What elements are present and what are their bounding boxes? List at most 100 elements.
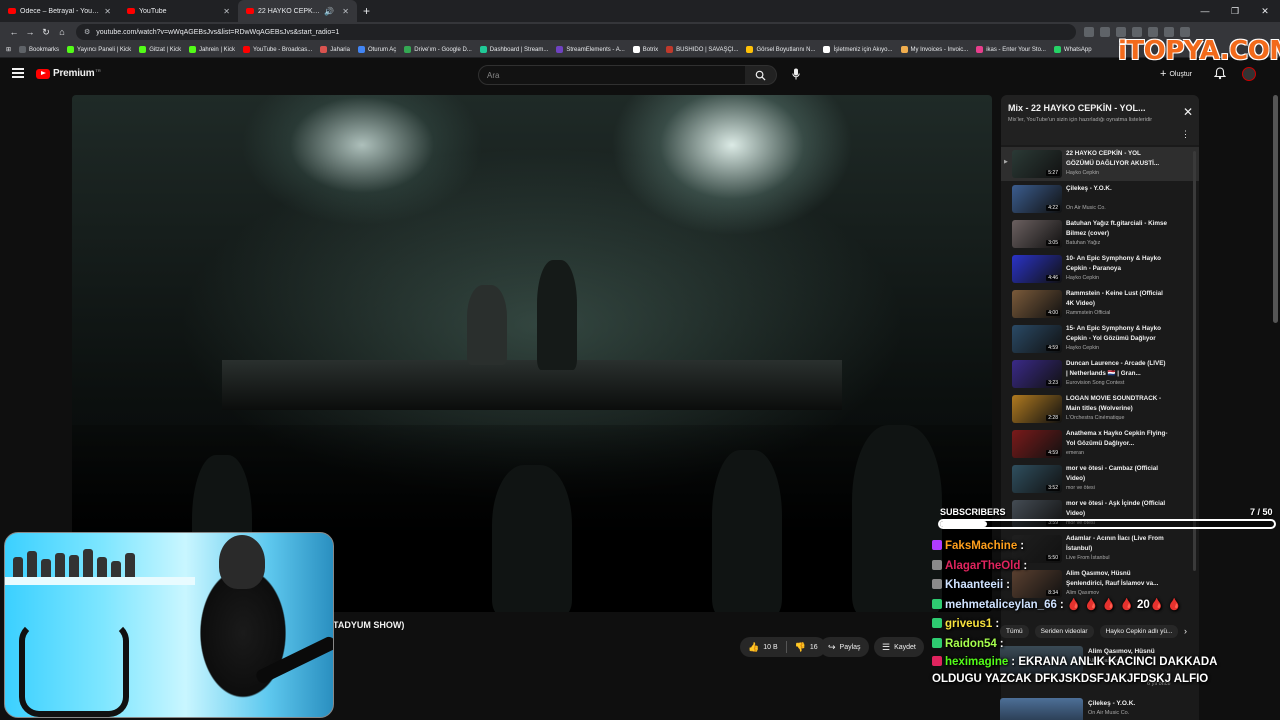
playlist-item[interactable]: 4:59 Anathema x Hayko Cepkin Flying-Yol G…	[1001, 427, 1199, 461]
playlist-item[interactable]: 4:22 Çilekeş - Y.O.K. On Air Music Co.	[1001, 182, 1199, 216]
back-icon[interactable]: ←	[6, 27, 22, 37]
video-thumbnail[interactable]: 4:59	[1012, 325, 1062, 353]
bookmark-item[interactable]: ikas - Enter Your Sto...	[976, 46, 1046, 53]
cast-icon[interactable]	[1084, 27, 1094, 37]
share-button[interactable]: ↪ Paylaş	[820, 637, 869, 657]
close-window-icon[interactable]: ✕	[1250, 0, 1280, 22]
bookmark-item[interactable]: My Invoices - Invoic...	[900, 46, 968, 53]
browser-tab[interactable]: YouTube ✕	[119, 0, 238, 22]
playlist-item-title[interactable]: 15- An Epic Symphony & Hayko Cepkin - Yo…	[1066, 324, 1168, 343]
chat-badge-icon	[932, 579, 942, 589]
minimize-icon[interactable]: —	[1190, 0, 1220, 22]
chat-username: FaksMachine	[945, 540, 1018, 552]
bookmark-item[interactable]: YouTube - Broadcas...	[243, 46, 312, 53]
page-scrollbar[interactable]	[1273, 95, 1278, 323]
apps-grid-icon[interactable]: ⊞	[6, 46, 11, 53]
recommended-video[interactable]: Çilekeş - Y.O.K. On Air Music Co.	[1000, 698, 1200, 720]
logo-text: Premium	[53, 68, 95, 79]
playlist-item[interactable]: 3:23 Duncan Laurence - Arcade (LIVE) | Ne…	[1001, 357, 1199, 391]
thumbs-down-icon[interactable]: 👎	[795, 642, 806, 653]
like-count[interactable]: 10 B	[763, 644, 777, 651]
bookmark-item[interactable]: İşletmeniz için Akıyo...	[823, 46, 893, 53]
video-thumbnail[interactable]: 4:22	[1012, 185, 1062, 213]
playlist-item[interactable]: 4:00 Rammstein - Keine Lust (Official 4K …	[1001, 287, 1199, 321]
bookmark-item[interactable]: Botrix	[632, 46, 658, 53]
bookmark-item[interactable]: StreamElements - A...	[556, 46, 625, 53]
bookmark-item[interactable]: Gitzat | Kick	[139, 46, 181, 53]
playlist-item[interactable]: 3:52 mor ve ötesi - Cambaz (Official Vide…	[1001, 462, 1199, 496]
playlist-item-current[interactable]: ▶ 5:27 22 HAYKO CEPKİN - YOL GÖZÜMÜ DAĞLIY…	[1001, 147, 1199, 181]
playlist-item-title[interactable]: Duncan Laurence - Arcade (LIVE) | Nether…	[1066, 359, 1168, 378]
video-duration: 4:46	[1046, 275, 1060, 281]
bookmark-item[interactable]: Oturum Aç	[357, 46, 396, 53]
chat-text: 🩸 🩸 🩸 🩸 20🩸 🩸	[1066, 598, 1182, 611]
notifications-button[interactable]	[1213, 67, 1228, 81]
playlist-item[interactable]: 3:05 Batuhan Yağız ft.gitarciali - Kimse …	[1001, 217, 1199, 251]
browser-tab[interactable]: Odece – Betrayal - YouTube ✕	[0, 0, 119, 22]
playlist-item[interactable]: 4:59 15- An Epic Symphony & Hayko Cepkin …	[1001, 322, 1199, 356]
menu-icon[interactable]	[12, 68, 24, 78]
site-info-icon[interactable]: ⚙	[84, 28, 90, 36]
playlist-item-title[interactable]: Rammstein - Keine Lust (Official 4K Vide…	[1066, 289, 1168, 308]
playlist-item-title[interactable]: Batuhan Yağız ft.gitarciali - Kimse Bilm…	[1066, 219, 1168, 238]
video-thumbnail[interactable]: 5:27	[1012, 150, 1062, 178]
playlist-item[interactable]: 4:46 10- An Epic Symphony & Hayko Cepkin …	[1001, 252, 1199, 286]
playlist-scrollbar[interactable]	[1193, 151, 1196, 571]
playlist-item-title[interactable]: mor ve ötesi - Aşk İçinde (Official Vide…	[1066, 499, 1168, 518]
video-thumbnail[interactable]: 3:52	[1012, 465, 1062, 493]
playlist-item-title[interactable]: 10- An Epic Symphony & Hayko Cepkin - Pa…	[1066, 254, 1168, 273]
video-thumbnail[interactable]: 4:00	[1012, 290, 1062, 318]
home-icon[interactable]: ⌂	[54, 27, 70, 37]
browser-tab-active[interactable]: 22 HAYKO CEPKİN - YOL GÖ 🔊 ✕	[238, 0, 357, 22]
bookmark-item[interactable]: WhatsApp	[1053, 46, 1092, 53]
dislike-count[interactable]: 16	[810, 644, 818, 651]
new-tab-button[interactable]: +	[363, 4, 370, 18]
bookmark-item[interactable]: Bookmarks	[19, 46, 59, 53]
save-button[interactable]: ☰ Kaydet	[874, 637, 924, 657]
account-avatar[interactable]	[1242, 67, 1256, 81]
chat-badge-icon	[932, 598, 942, 609]
search-input[interactable]: Ara	[478, 65, 746, 85]
playlist-item-title[interactable]: Anathema x Hayko Cepkin Flying-Yol Gözüm…	[1066, 429, 1168, 448]
url-field[interactable]: ⚙ youtube.com/watch?v=wWqAGEBsJvs&list=R…	[76, 24, 1076, 40]
recommended-title[interactable]: Çilekeş - Y.O.K.	[1088, 700, 1135, 707]
video-thumbnail[interactable]	[1000, 698, 1083, 720]
voice-search-button[interactable]	[788, 66, 804, 82]
video-thumbnail[interactable]: 4:46	[1012, 255, 1062, 283]
more-options-icon[interactable]: ⋮	[1181, 129, 1190, 140]
speaker-icon[interactable]: 🔊	[324, 7, 334, 16]
bookmark-item[interactable]: Jaharia	[320, 46, 350, 53]
video-thumbnail[interactable]: 2:28	[1012, 395, 1062, 423]
playlist-title[interactable]: Mix - 22 HAYKO CEPKİN - YOL...	[1008, 103, 1146, 113]
tab-close-icon[interactable]: ✕	[342, 7, 349, 16]
bookmark-item[interactable]: Jahrein | Kick	[189, 46, 235, 53]
maximize-icon[interactable]: ❐	[1220, 0, 1250, 22]
video-thumbnail[interactable]: 3:05	[1012, 220, 1062, 248]
bookmark-item[interactable]: BUSHIDO | SAVAŞÇI...	[666, 46, 738, 53]
bookmark-item[interactable]: Görsel Boyutlarını N...	[746, 46, 815, 53]
star-icon[interactable]	[1100, 27, 1110, 37]
tab-close-icon[interactable]: ✕	[104, 7, 111, 16]
bookmark-item[interactable]: Drive'ım - Google D...	[404, 46, 472, 53]
search-button[interactable]	[745, 65, 777, 85]
bookmark-item[interactable]: Yayıncı Paneli | Kick	[67, 46, 131, 53]
close-icon[interactable]: ✕	[1183, 105, 1193, 119]
chat-username: mehmetaliceylan_66	[945, 598, 1057, 611]
youtube-logo[interactable]: Premium TR	[36, 68, 101, 79]
playlist-item-title[interactable]: 22 HAYKO CEPKİN - YOL GÖZÜMÜ DAĞLIYOR AK…	[1066, 149, 1168, 168]
playlist-item-title[interactable]: LOGAN MOVIE SOUNDTRACK - Main titles (Wo…	[1066, 394, 1168, 413]
bookmark-item[interactable]: Dashboard | Stream...	[479, 46, 548, 53]
video-thumbnail[interactable]: 4:59	[1012, 430, 1062, 458]
thumbs-up-icon[interactable]: 👍	[748, 642, 759, 653]
country-code: TR	[95, 68, 101, 73]
tab-close-icon[interactable]: ✕	[223, 7, 230, 16]
playlist-item[interactable]: 2:28 LOGAN MOVIE SOUNDTRACK - Main titles…	[1001, 392, 1199, 426]
create-button[interactable]: + Oluştur	[1160, 68, 1192, 80]
video-thumbnail[interactable]: 3:23	[1012, 360, 1062, 388]
playlist-item-title[interactable]: mor ve ötesi - Cambaz (Official Video)	[1066, 464, 1168, 483]
playlist-item-title[interactable]: Çilekeş - Y.O.K.	[1066, 184, 1168, 203]
reload-icon[interactable]: ↻	[38, 27, 54, 38]
performer	[467, 285, 507, 365]
forward-icon[interactable]: →	[22, 27, 38, 37]
video-duration: 3:05	[1046, 240, 1060, 246]
